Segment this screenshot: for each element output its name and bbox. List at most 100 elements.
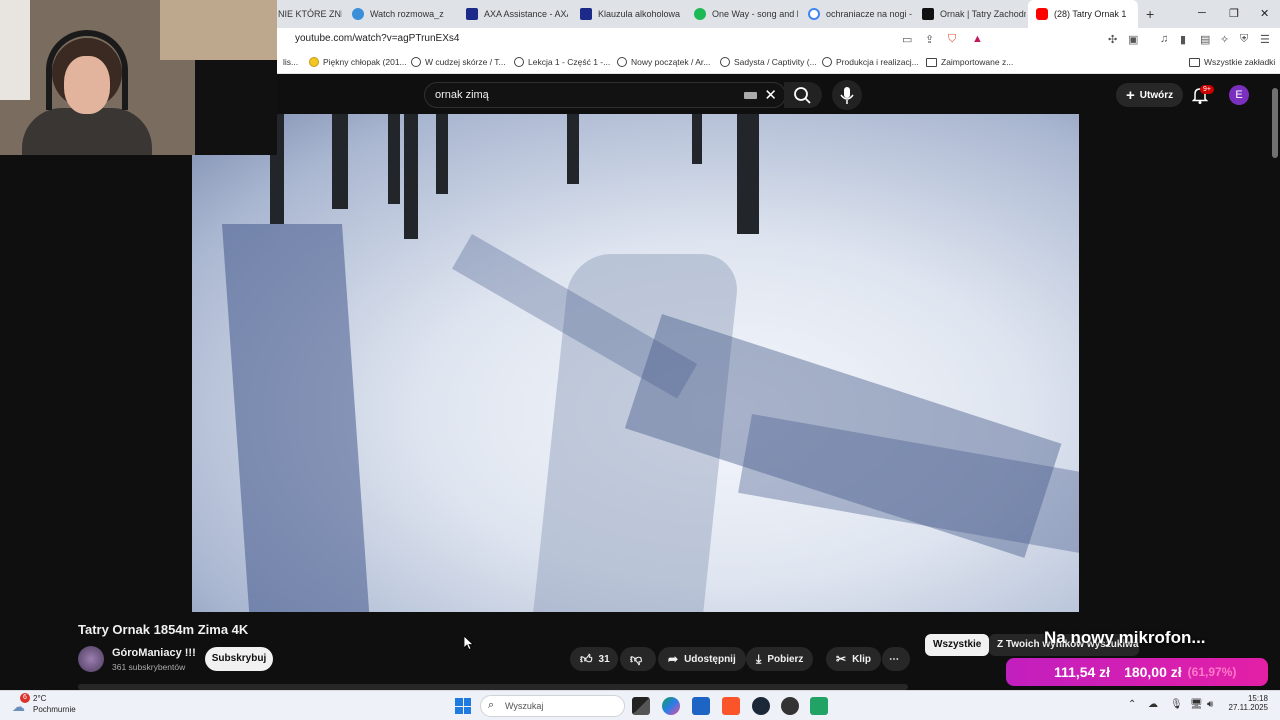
windows-start-icon[interactable] — [455, 698, 471, 714]
more-dots-icon: ⋯ — [889, 653, 899, 665]
tab-1[interactable]: Watch rozmowa_z — [344, 0, 454, 28]
search-icon: ⌕ — [488, 699, 495, 711]
tab-3[interactable]: Klauzula alkoholowa — [572, 0, 682, 28]
bookmark-item[interactable]: Piękny chłopak (201... — [309, 57, 407, 67]
bookmark-label: Nowy początek / Ar... — [631, 57, 711, 67]
tree-trunk — [404, 114, 418, 239]
onedrive-cloud-icon[interactable]: ☁ — [1148, 699, 1158, 710]
tab-6[interactable]: Ornak | Tatry Zachodn — [914, 0, 1026, 28]
scrollbar[interactable] — [1270, 76, 1280, 690]
menu-icon[interactable]: ☰ — [1260, 33, 1270, 46]
share-arrow-icon: ➦ — [668, 652, 679, 666]
tab-0[interactable]: NIE KTÓRE ZNIK — [270, 0, 342, 28]
all-bookmarks-folder[interactable]: Wszystkie zakładki — [1189, 57, 1275, 67]
tab-favicon-icon — [466, 8, 478, 20]
tab-label: Ornak | Tatry Zachodn — [940, 9, 1026, 19]
subscriber-count: 361 subskrybentów — [112, 662, 186, 672]
share-button[interactable]: ➦ Udostępnij — [658, 647, 746, 671]
account-avatar[interactable]: E — [1229, 85, 1249, 105]
clip-label: Klip — [852, 653, 871, 665]
sidebar-panel-icon[interactable]: ▣ — [1128, 33, 1138, 46]
scrollbar-thumb[interactable] — [1272, 88, 1278, 158]
tree-trunk — [567, 114, 579, 184]
search-input[interactable]: ornak zimą ✕ — [424, 82, 786, 108]
copilot-icon[interactable] — [662, 697, 680, 715]
bookmark-item[interactable]: Sadysta / Captivity (... — [720, 57, 817, 67]
cam-window — [0, 0, 30, 100]
share-label: Udostępnij — [684, 653, 736, 665]
bookmark-folder[interactable]: Zaimportowane z... — [926, 57, 1013, 67]
like-button[interactable]: 👍︎ 31 — [570, 647, 618, 671]
tab-label: Watch rozmowa_z — [370, 9, 444, 19]
reading-list-icon[interactable]: ▮ — [1180, 33, 1186, 46]
tab-favicon-icon — [352, 8, 364, 20]
chevron-up-icon[interactable]: ⌃ — [1128, 699, 1136, 710]
new-tab-button[interactable]: + — [1146, 6, 1154, 22]
weather-temperature[interactable]: 2°C — [33, 694, 46, 703]
youtube-favicon-icon — [1036, 8, 1048, 20]
url-field[interactable]: youtube.com/watch?v=agPTrunEXs4 — [295, 33, 459, 44]
rewards-icon[interactable]: ▲ — [972, 33, 983, 45]
tab-7-active[interactable]: (28) Tatry Ornak 1 ✕ — [1028, 0, 1138, 28]
mouse-cursor-icon — [464, 636, 474, 650]
obs-icon[interactable] — [781, 697, 799, 715]
voice-search-button[interactable] — [832, 80, 862, 110]
webcam-overlay — [0, 0, 277, 155]
cloud-icon[interactable]: ☁ — [12, 699, 25, 715]
taskbar-search-input[interactable]: ⌕ Wyszukaj — [480, 695, 625, 717]
share-page-icon[interactable]: ⇪ — [925, 33, 934, 46]
weather-description[interactable]: Pochmurnie — [33, 705, 76, 714]
tab-label: Klauzula alkoholowa — [598, 9, 681, 19]
tab-2[interactable]: AXA Assistance - AXA — [458, 0, 568, 28]
bookmark-item[interactable]: lis... — [283, 57, 298, 67]
task-view-icon[interactable] — [632, 697, 650, 715]
thumbs-up-icon: 👍︎ — [580, 651, 593, 666]
search-button[interactable] — [784, 82, 822, 108]
channel-avatar[interactable] — [78, 646, 104, 672]
network-icon[interactable]: 🖥︎ — [1190, 699, 1203, 710]
wallet-icon[interactable]: ▤ — [1200, 33, 1210, 46]
chip-all[interactable]: Wszystkie — [925, 634, 990, 656]
folder-icon — [926, 57, 937, 67]
music-icon[interactable]: ♫ — [1160, 33, 1168, 45]
minimize-icon[interactable]: ─ — [1198, 7, 1206, 19]
brave-browser-icon[interactable] — [722, 697, 740, 715]
tab-label: NIE KTÓRE ZNIK — [278, 9, 342, 19]
more-actions-button[interactable]: ⋯ — [882, 647, 910, 671]
clock-time: 15:18 — [1247, 694, 1268, 703]
search-query: ornak zimą — [435, 89, 489, 101]
tab-label: (28) Tatry Ornak 1 — [1054, 9, 1127, 19]
thumbs-down-icon: 👎︎ — [630, 651, 643, 666]
channel-name[interactable]: GóroManiacy !!! — [112, 647, 196, 659]
keyboard-icon[interactable] — [744, 92, 757, 99]
restore-icon[interactable]: ❐ — [1229, 7, 1239, 20]
vpn-shield-icon[interactable]: ⛨ — [1240, 33, 1248, 46]
download-button[interactable]: ⤓ Pobierz — [746, 647, 814, 671]
microphone-tray-icon[interactable]: 🎙︎ — [1170, 699, 1183, 710]
create-button[interactable]: + Utwórz — [1116, 83, 1184, 107]
tab-5[interactable]: ochraniacze na nogi - — [800, 0, 912, 28]
tree-trunk — [692, 114, 702, 164]
leo-ai-icon[interactable]: ✧ — [1220, 33, 1229, 46]
video-player[interactable] — [192, 114, 1079, 612]
bookmark-item[interactable]: Lekcja 1 - Część 1 -... — [514, 57, 610, 67]
steam-icon[interactable] — [752, 697, 770, 715]
clear-search-icon[interactable]: ✕ — [764, 86, 777, 104]
store-icon[interactable] — [692, 697, 710, 715]
bookmark-label: W cudzej skórze / T... — [425, 57, 506, 67]
close-tab-icon[interactable]: ✕ — [1136, 8, 1138, 21]
close-window-icon[interactable]: ✕ — [1260, 7, 1269, 20]
tab-4[interactable]: One Way - song and ly — [686, 0, 798, 28]
bookmark-item[interactable]: Nowy początek / Ar... — [617, 57, 710, 67]
subscribe-button[interactable]: Subskrybuj — [205, 647, 273, 671]
volume-icon[interactable]: 🔊︎ — [1207, 699, 1213, 710]
extensions-icon[interactable]: ✣ — [1108, 33, 1117, 46]
bookmark-item[interactable]: Produkcja i realizacj... — [822, 57, 919, 67]
clip-button[interactable]: ✂ Klip — [826, 647, 881, 671]
system-clock[interactable]: 15:18 27.11.2025 — [1228, 694, 1268, 712]
cast-icon[interactable]: ▭ — [902, 33, 912, 46]
bookmark-item[interactable]: W cudzej skórze / T... — [411, 57, 506, 67]
spreadsheet-app-icon[interactable] — [810, 697, 828, 715]
dislike-button[interactable]: 👎︎ — [620, 647, 656, 671]
brave-shield-icon[interactable]: ⛉ — [948, 33, 956, 46]
